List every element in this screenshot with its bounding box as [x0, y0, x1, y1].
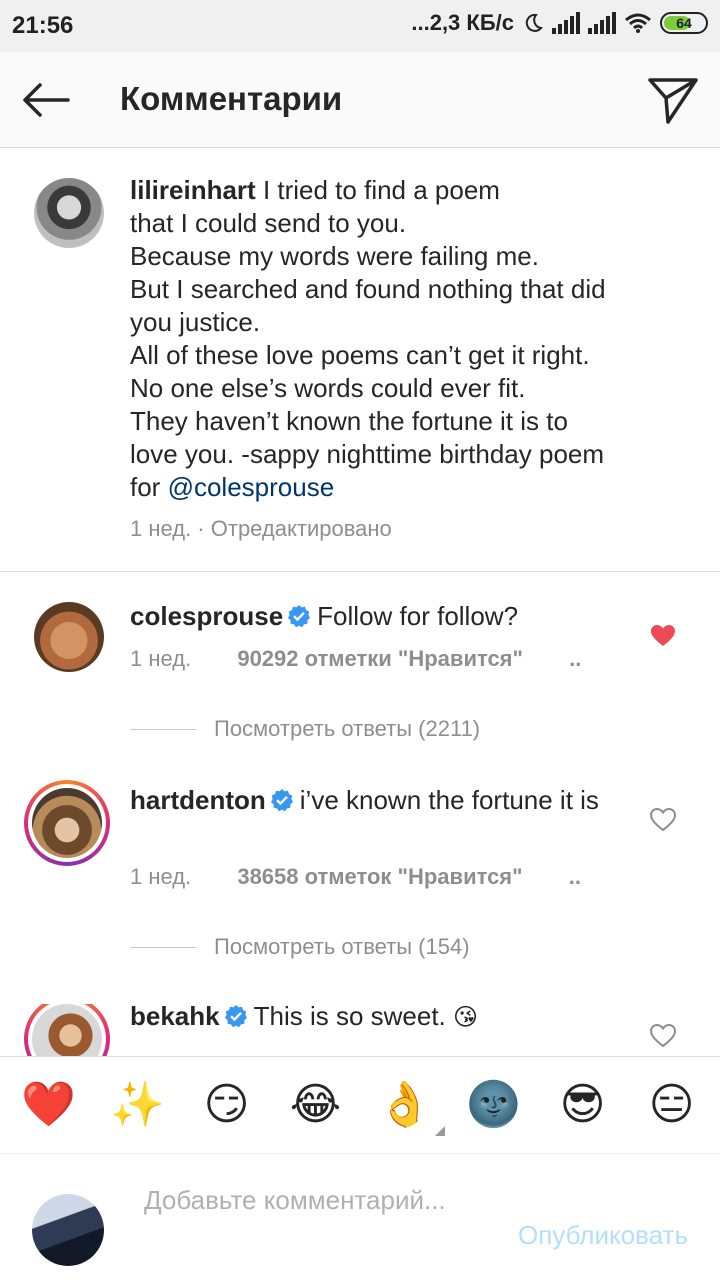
caption-line: that I could send to you. — [130, 208, 407, 238]
status-bar: 21:56 ...2,3 КБ/с 64 — [0, 0, 720, 52]
comment-username[interactable]: colesprouse — [130, 601, 283, 631]
view-replies-button[interactable]: Посмотреть ответы (2211) — [130, 716, 690, 742]
divider — [130, 946, 196, 948]
avatar[interactable] — [34, 602, 104, 672]
post-caption: lilireinhart I tried to find a poem that… — [0, 148, 720, 572]
divider — [130, 728, 196, 730]
view-replies-button[interactable]: Посмотреть ответы (154) — [130, 934, 690, 960]
verified-badge-icon — [224, 1005, 247, 1028]
caption-line: you justice. — [130, 307, 261, 337]
network-speed: ...2,3 КБ/с — [411, 10, 514, 35]
status-indicators: ...2,3 КБ/с 64 — [411, 10, 708, 36]
caption-line: But I searched and found nothing that di… — [130, 274, 606, 304]
avatar — [32, 1194, 104, 1266]
comment-text: hartdenton i’ve known the fortune it is — [130, 784, 630, 817]
heart-outline-icon[interactable] — [650, 1024, 676, 1048]
emoji-ok-hand[interactable]: 👌 — [375, 1080, 445, 1136]
comment-composer: Добавьте комментарий... Опубликовать — [0, 1154, 720, 1280]
skin-tone-indicator-icon — [434, 1126, 445, 1136]
emoji-quick-bar: ❤️ ✨ 😏 😂 👌 🌚 😎 😑 — [0, 1056, 720, 1154]
view-replies-label: Посмотреть ответы (154) — [214, 934, 470, 959]
heart-filled-icon[interactable] — [650, 624, 676, 648]
comment: bekahk This is so sweet. 😘 — [0, 1004, 720, 1056]
comment: colesprouse Follow for follow? 1 нед. 902… — [0, 600, 720, 752]
signal-icon-2 — [588, 12, 616, 34]
publish-button[interactable]: Опубликовать — [518, 1220, 688, 1251]
view-replies-label: Посмотреть ответы (2211) — [214, 716, 481, 741]
caption-line: All of these love poems can’t get it rig… — [130, 340, 590, 370]
back-arrow-icon[interactable] — [16, 76, 76, 124]
battery-level: 64 — [676, 15, 692, 31]
more-options[interactable]: .. — [569, 864, 581, 889]
comment-text: colesprouse Follow for follow? — [130, 600, 630, 633]
comment-body: Follow for follow? — [317, 601, 519, 631]
comment-username[interactable]: bekahk — [130, 1004, 220, 1031]
story-ring[interactable] — [24, 1004, 110, 1056]
caption-line: love you. -sappy nighttime birthday poem — [130, 439, 605, 469]
like-count[interactable]: 90292 отметки "Нравится" — [237, 646, 523, 671]
page-title: Комментарии — [120, 80, 343, 117]
comment: hartdenton i’ve known the fortune it is 1… — [0, 780, 720, 960]
like-count[interactable]: 38658 отметок "Нравится" — [237, 864, 522, 889]
direct-send-icon[interactable] — [646, 74, 700, 126]
emoji-sparkles[interactable]: ✨ — [108, 1080, 168, 1130]
avatar[interactable] — [34, 178, 104, 248]
comment-meta: 1 нед. 90292 отметки "Нравится" .. — [130, 646, 581, 672]
avatar — [32, 788, 102, 858]
caption-line: No one else’s words could ever fit. — [130, 373, 526, 403]
emoji-new-moon-face[interactable]: 🌚 — [464, 1080, 524, 1130]
kiss-emoji: 😘 — [453, 1004, 479, 1031]
more-options[interactable]: .. — [569, 646, 581, 671]
signal-icon — [552, 12, 580, 34]
verified-badge-icon — [288, 605, 311, 628]
comment-text: bekahk This is so sweet. 😘 — [130, 1004, 630, 1034]
mention-link[interactable]: @colesprouse — [168, 472, 335, 502]
app-header: Комментарии — [0, 52, 720, 148]
caption-line: I tried to find a poem — [262, 175, 500, 205]
emoji-smirk[interactable]: 😏 — [197, 1080, 257, 1130]
verified-badge-icon — [270, 789, 293, 812]
moon-icon — [525, 13, 543, 32]
caption-line: They haven’t known the fortune it is to — [130, 406, 568, 436]
comment-body: i’ve known the fortune it is — [299, 785, 599, 815]
wifi-icon — [625, 13, 651, 33]
heart-outline-icon[interactable] — [650, 808, 676, 832]
comment-body: This is so sweet. — [253, 1004, 446, 1031]
comment-time: 1 нед. — [130, 864, 192, 889]
emoji-sunglasses[interactable]: 😎 — [553, 1080, 613, 1130]
emoji-ok-hand-glyph: 👌 — [377, 1080, 432, 1129]
comment-meta: 1 нед. 38658 отметок "Нравится" .. — [130, 864, 581, 890]
emoji-joy[interactable]: 😂 — [286, 1080, 346, 1130]
caption-line: for — [130, 472, 161, 502]
avatar — [32, 1004, 102, 1056]
emoji-heart[interactable]: ❤️ — [19, 1080, 79, 1130]
status-time: 21:56 — [12, 12, 74, 39]
caption-line: Because my words were failing me. — [130, 241, 539, 271]
emoji-expressionless[interactable]: 😑 — [642, 1080, 702, 1130]
caption-username[interactable]: lilireinhart — [130, 175, 256, 205]
caption-text: lilireinhart I tried to find a poem that… — [130, 174, 690, 504]
story-ring[interactable] — [24, 780, 110, 866]
comment-time: 1 нед. — [130, 646, 192, 671]
comment-username[interactable]: hartdenton — [130, 785, 266, 815]
battery-icon: 64 — [660, 12, 708, 34]
comment-input[interactable]: Добавьте комментарий... — [144, 1184, 464, 1217]
caption-meta: 1 нед. · Отредактировано — [130, 516, 392, 541]
